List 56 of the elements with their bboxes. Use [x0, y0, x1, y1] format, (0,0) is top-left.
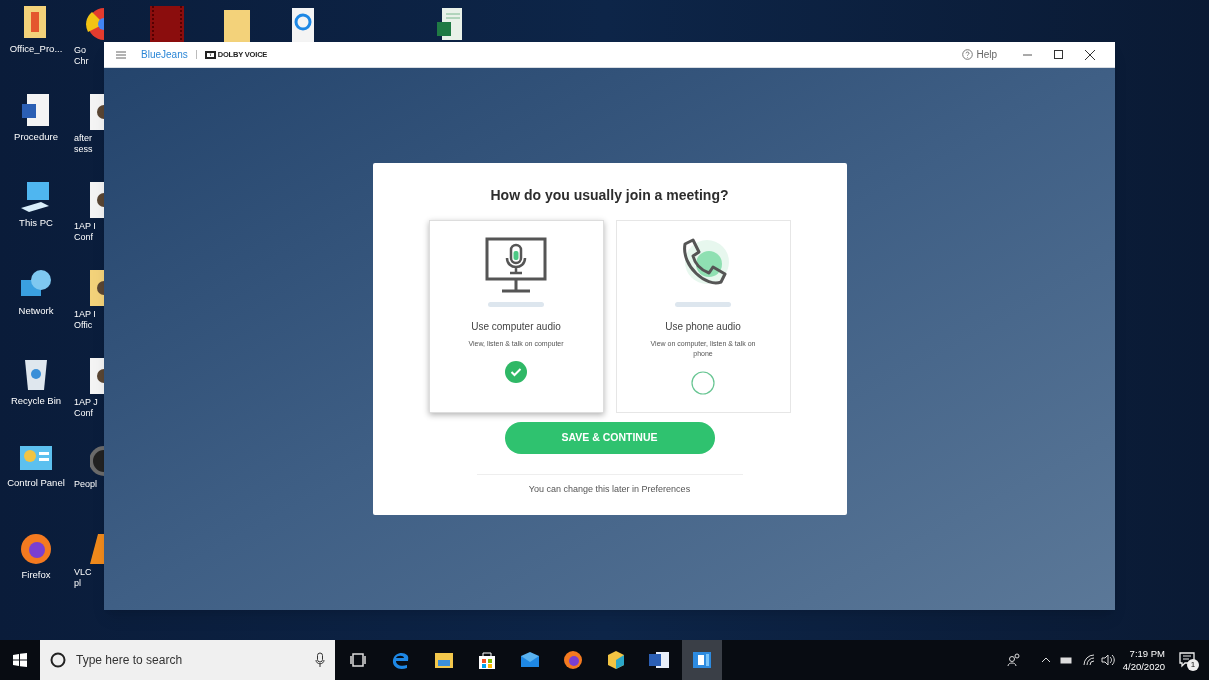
document-icon — [90, 182, 104, 218]
app-b-icon[interactable] — [692, 651, 712, 669]
chevron-up-icon[interactable] — [1040, 657, 1051, 663]
dialog-title: How do you usually join a meeting? — [490, 186, 729, 205]
desktop-icon-label[interactable]: Peopl — [74, 479, 98, 490]
brand-logo: BlueJeans — [141, 48, 188, 62]
help-button[interactable]: Help — [962, 47, 997, 62]
taskbar-app[interactable] — [682, 640, 722, 680]
search-input[interactable]: Type here to search — [76, 651, 315, 669]
desktop-icon-label[interactable]: Control Panel — [2, 477, 70, 488]
notification-icon[interactable] — [1179, 652, 1195, 668]
desktop-icon-label[interactable]: Go Chr — [74, 45, 89, 67]
desktop-icon-label[interactable]: VLC pl — [74, 567, 92, 589]
firefox-icon — [19, 532, 53, 566]
battery-icon[interactable] — [1059, 656, 1073, 664]
help-icon — [962, 49, 974, 60]
notification-count: 1 — [1187, 659, 1199, 671]
desktop-icon-label[interactable]: Office_Pro... — [2, 43, 70, 54]
close-icon[interactable] — [1085, 49, 1095, 60]
firefox-icon[interactable] — [563, 650, 583, 670]
desktop-icon-label[interactable]: 1AP J Conf — [74, 397, 98, 419]
desktop-icon-label[interactable]: Firefox — [2, 569, 70, 580]
circle-icon — [50, 652, 66, 668]
desktop-icon-label[interactable]: Network — [2, 305, 70, 316]
spreadsheet-icon — [436, 6, 464, 42]
desktop-icon-label[interactable]: after sess — [74, 133, 93, 155]
browser-e-icon[interactable] — [391, 650, 411, 670]
double-d-icon — [204, 50, 216, 59]
document-icon — [90, 358, 104, 394]
desktop-icon-label[interactable]: This PC — [2, 217, 70, 228]
folder-icon — [90, 270, 104, 306]
maximize-icon[interactable] — [1054, 50, 1063, 59]
shopping-bag-icon[interactable] — [478, 650, 496, 670]
option-title: Use computer audio — [471, 320, 561, 334]
microphone-icon[interactable] — [315, 652, 325, 668]
desktop-icon-label[interactable]: Procedure — [2, 131, 70, 142]
task-view-icon[interactable] — [350, 653, 366, 667]
checkmark-icon — [505, 361, 527, 383]
desktop-icon-label[interactable]: Recycle Bin — [2, 395, 70, 406]
clock[interactable]: 7:19 PM 4/20/2020 — [1122, 647, 1165, 673]
option-title: Use phone audio — [665, 320, 741, 334]
wifi-icon[interactable] — [1082, 654, 1095, 666]
footnote: You can change this later in Preferences — [528, 483, 691, 496]
envelope-icon[interactable] — [520, 652, 540, 668]
word-icon[interactable] — [648, 651, 670, 669]
windows-logo-icon[interactable] — [13, 653, 27, 667]
search-field[interactable]: Type here to search — [40, 640, 335, 680]
speaker-icon[interactable] — [1100, 654, 1115, 666]
folder-icon[interactable] — [434, 651, 454, 669]
document-icon — [90, 94, 104, 130]
desktop-icon-label[interactable]: 1AP I Offic — [74, 309, 96, 331]
desktop-icon-label[interactable]: 1AP I Conf — [74, 221, 96, 243]
word-document-icon — [21, 92, 51, 128]
hexagon-app-icon[interactable] — [606, 650, 626, 670]
monitor-microphone-icon — [484, 236, 548, 296]
radio-circle-icon — [691, 371, 715, 395]
